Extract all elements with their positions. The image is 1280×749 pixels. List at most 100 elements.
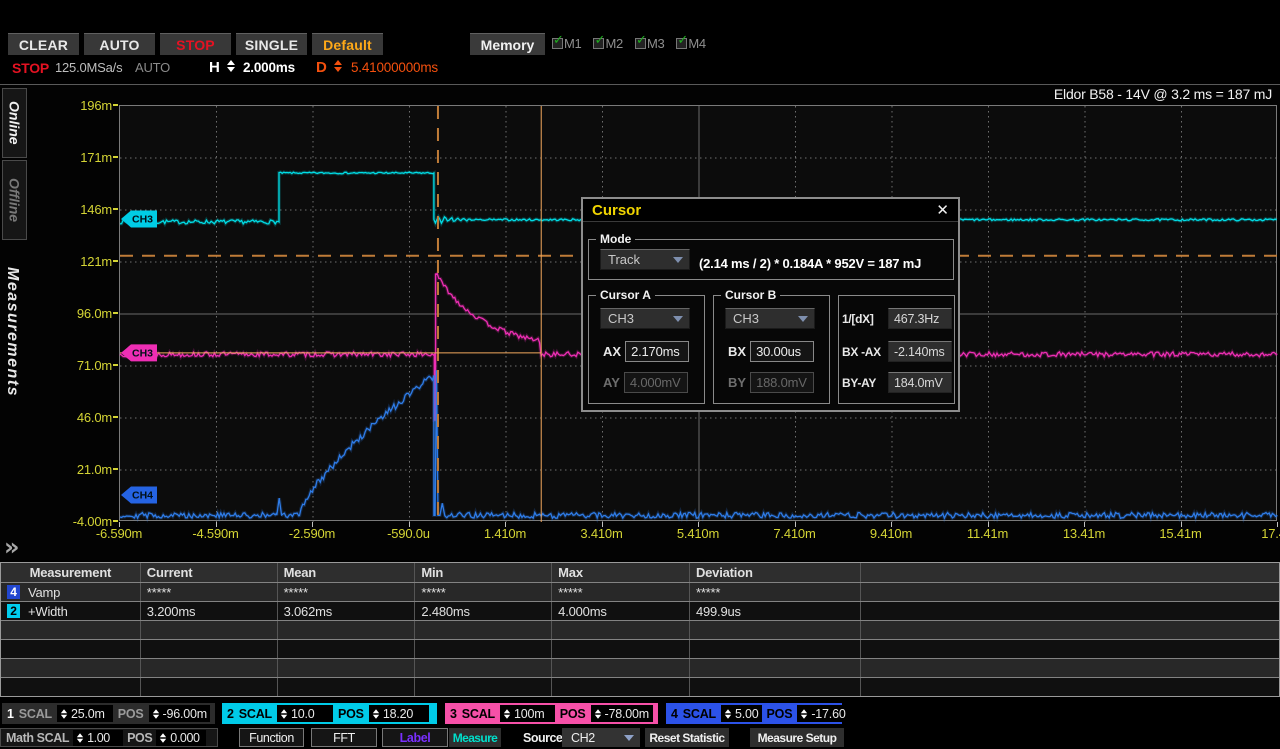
position-value[interactable]: -17.60 bbox=[811, 707, 845, 721]
table-row[interactable]: 2+Width3.200ms3.062ms2.480ms4.000ms499.9… bbox=[1, 601, 1279, 620]
memory-label: M2 bbox=[605, 36, 622, 51]
h-scale-spinner[interactable] bbox=[227, 60, 235, 72]
measurement-name: +Width bbox=[28, 604, 68, 619]
x-tick bbox=[698, 522, 699, 527]
toolbar-button-default[interactable]: Default bbox=[312, 33, 383, 55]
table-row[interactable] bbox=[1, 639, 1279, 658]
table-row[interactable] bbox=[1, 620, 1279, 639]
math-controls[interactable]: Math SCAL1.00POS0.000 bbox=[0, 728, 218, 747]
cursor-b-source-select[interactable]: CH3 bbox=[725, 308, 815, 329]
mode-select[interactable]: Track bbox=[600, 249, 690, 270]
channel-4-controls[interactable]: 4SCAL5.00POS-17.60 bbox=[666, 703, 842, 724]
position-value[interactable]: 18.20 bbox=[383, 707, 413, 721]
x-axis-label: 7.410m bbox=[761, 526, 829, 541]
y-axis-label: 196m bbox=[62, 98, 112, 113]
button-fft[interactable]: FFT bbox=[311, 728, 377, 747]
memory-check-m2[interactable]: ✓M2 bbox=[593, 36, 622, 51]
trigger-mode: AUTO bbox=[135, 60, 170, 75]
stepper-arrows-icon[interactable] bbox=[725, 709, 731, 719]
dx-value: -2.140ms bbox=[888, 341, 952, 362]
table-row[interactable] bbox=[1, 677, 1279, 696]
stepper-arrows-icon[interactable] bbox=[281, 709, 287, 719]
measure-tab[interactable]: Measure bbox=[449, 728, 501, 747]
measurement-value: 4.000ms bbox=[552, 602, 690, 620]
delay-label: D bbox=[316, 59, 327, 76]
checkbox[interactable]: ✓ bbox=[635, 38, 646, 49]
y-axis-label: 46.0m bbox=[62, 410, 112, 425]
stepper-arrows-icon[interactable] bbox=[801, 709, 807, 719]
measurement-value: ***** bbox=[552, 583, 690, 601]
memory-button[interactable]: Memory bbox=[470, 33, 545, 55]
position-label: POS bbox=[338, 707, 364, 721]
tab-offline[interactable]: Offline bbox=[2, 160, 27, 240]
dy-label: BY-AY bbox=[842, 376, 884, 390]
dx-label: BX -AX bbox=[842, 345, 884, 359]
math-scale-label: Math SCAL bbox=[6, 731, 69, 745]
delay-value[interactable]: 5.41000000ms bbox=[351, 60, 438, 75]
mode-group-label: Mode bbox=[596, 232, 635, 246]
channel-marker-ch3[interactable]: CH3 bbox=[121, 210, 157, 227]
toolbar-button-stop[interactable]: STOP bbox=[160, 33, 231, 55]
cursor-dialog-titlebar[interactable]: Cursor ✕ bbox=[583, 199, 958, 222]
checkbox[interactable]: ✓ bbox=[593, 38, 604, 49]
dropdown-arrow-icon bbox=[798, 316, 808, 322]
scale-value[interactable]: 100m bbox=[514, 707, 544, 721]
y-tick bbox=[113, 520, 118, 522]
stepper-arrows-icon[interactable] bbox=[504, 709, 510, 719]
check-icon: ✓ bbox=[553, 33, 564, 48]
channel-marker-ch4[interactable]: CH4 bbox=[121, 486, 157, 503]
close-icon[interactable]: ✕ bbox=[936, 201, 949, 219]
reset-statistic-button[interactable]: Reset Statistic bbox=[645, 728, 729, 747]
measurement-value: 3.062ms bbox=[278, 602, 416, 620]
delay-spinner[interactable] bbox=[334, 60, 342, 72]
expand-chevrons-icon[interactable]: » bbox=[4, 533, 16, 561]
table-row[interactable]: 4Vamp************************* bbox=[1, 582, 1279, 601]
svg-text:CH3: CH3 bbox=[132, 213, 153, 225]
bx-value-field[interactable]: 30.00us bbox=[750, 341, 814, 362]
stepper-arrows-icon[interactable] bbox=[160, 733, 166, 743]
table-row[interactable] bbox=[1, 658, 1279, 677]
cursor-dialog-title: Cursor bbox=[583, 202, 641, 219]
position-value[interactable]: -78.00m bbox=[605, 707, 649, 721]
measurement-value: ***** bbox=[278, 583, 416, 601]
measure-setup-button[interactable]: Measure Setup bbox=[750, 728, 844, 747]
memory-check-m3[interactable]: ✓M3 bbox=[635, 36, 664, 51]
ay-label: AY bbox=[603, 375, 620, 390]
svg-text:CH4: CH4 bbox=[132, 489, 153, 501]
stepper-arrows-icon[interactable] bbox=[77, 733, 83, 743]
memory-check-m4[interactable]: ✓M4 bbox=[676, 36, 705, 51]
tab-online[interactable]: Online bbox=[2, 88, 27, 158]
checkbox[interactable]: ✓ bbox=[676, 38, 687, 49]
svg-text:CH3: CH3 bbox=[132, 347, 153, 359]
cursor-a-source-select[interactable]: CH3 bbox=[600, 308, 690, 329]
scale-value[interactable]: 5.00 bbox=[735, 707, 759, 721]
channel-3-controls[interactable]: 3SCAL100mPOS-78.00m bbox=[445, 703, 658, 724]
button-label[interactable]: Label bbox=[382, 728, 448, 747]
stepper-arrows-icon[interactable] bbox=[61, 709, 67, 719]
cursor-ay-row: AY 4.000mV bbox=[603, 372, 688, 393]
checkbox[interactable]: ✓ bbox=[552, 38, 563, 49]
scale-value[interactable]: 25.0m bbox=[71, 707, 105, 721]
memory-check-m1[interactable]: ✓M1 bbox=[552, 36, 581, 51]
toolbar-button-single[interactable]: SINGLE bbox=[236, 33, 307, 55]
math-scale-value[interactable]: 1.00 bbox=[87, 731, 110, 745]
button-function[interactable]: Function bbox=[239, 728, 304, 747]
measurement-name: Vamp bbox=[28, 585, 60, 600]
scale-label: SCAL bbox=[462, 707, 495, 721]
stepper-arrows-icon[interactable] bbox=[152, 709, 158, 719]
channel-1-controls[interactable]: 1SCAL25.0mPOS-96.00m bbox=[2, 703, 215, 724]
mode-group: Mode Track (2.14 ms / 2) * 0.184A * 952V… bbox=[588, 239, 954, 280]
toolbar-button-clear[interactable]: CLEAR bbox=[8, 33, 79, 55]
ax-value-field[interactable]: 2.170ms bbox=[625, 341, 689, 362]
channel-marker-ch3[interactable]: CH3 bbox=[121, 344, 157, 361]
math-pos-value[interactable]: 0.000 bbox=[170, 731, 199, 745]
x-axis-label: 11.41m bbox=[954, 526, 1022, 541]
stepper-arrows-icon[interactable] bbox=[594, 709, 600, 719]
channel-2-controls[interactable]: 2SCAL10.0POS18.20 bbox=[222, 703, 437, 724]
stepper-arrows-icon[interactable] bbox=[373, 709, 379, 719]
position-value[interactable]: -96.00m bbox=[163, 707, 207, 721]
scale-value[interactable]: 10.0 bbox=[291, 707, 315, 721]
h-scale-value[interactable]: 2.000ms bbox=[243, 60, 295, 75]
source-select[interactable]: CH2 bbox=[562, 728, 640, 747]
toolbar-button-auto[interactable]: AUTO bbox=[84, 33, 155, 55]
